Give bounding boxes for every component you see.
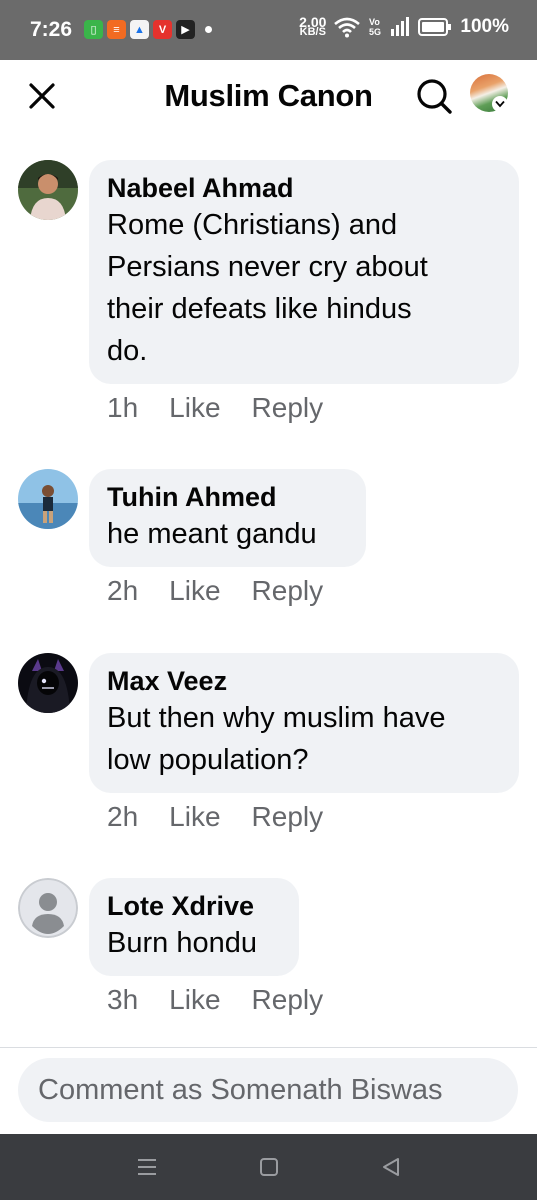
- status-notification-icons: ▯ ≡ ▲ V ▶: [84, 20, 212, 39]
- avatar[interactable]: [18, 160, 78, 220]
- volte-icon: Vo 5G: [369, 17, 381, 37]
- comment-bubble: Lote Xdrive Burn hondu: [89, 878, 299, 976]
- comment-input[interactable]: Comment as Somenath Biswas: [18, 1058, 518, 1122]
- reply-button[interactable]: Reply: [252, 984, 324, 1016]
- like-button[interactable]: Like: [169, 801, 220, 833]
- comment-actions: 1h Like Reply: [107, 392, 323, 424]
- more-notifications-dot: [205, 26, 212, 33]
- reply-button[interactable]: Reply: [252, 801, 324, 833]
- comment-timestamp: 3h: [107, 984, 139, 1015]
- comment-actions: 3h Like Reply: [107, 984, 323, 1016]
- comment-author[interactable]: Max Veez: [107, 665, 501, 697]
- drive-app-icon: ▲: [130, 20, 149, 39]
- avatar[interactable]: [18, 653, 78, 713]
- like-button[interactable]: Like: [169, 392, 220, 424]
- comment-text-line: But then why muslim have: [107, 702, 446, 734]
- comment-text-line: Persians never cry about: [107, 251, 428, 283]
- comment-timestamp: 2h: [107, 575, 139, 606]
- top-header: Muslim Canon: [0, 60, 537, 132]
- page-title: Muslim Canon: [164, 78, 373, 113]
- wifi-icon: [334, 17, 361, 38]
- comment-text-line: Burn hondu: [107, 927, 257, 959]
- menu-icon[interactable]: [134, 1154, 160, 1180]
- status-bar: 7:26 ▯ ≡ ▲ V ▶ 2.00 KB/S Vo 5G 100%: [0, 0, 537, 60]
- comment-text-line: he meant gandu: [107, 518, 317, 550]
- phone-app-icon: ▯: [84, 20, 103, 39]
- composer-divider: [0, 1047, 537, 1048]
- comment-bubble: Tuhin Ahmed he meant gandu: [89, 469, 366, 567]
- avatar[interactable]: [18, 469, 78, 529]
- reply-button[interactable]: Reply: [252, 392, 324, 424]
- like-button[interactable]: Like: [169, 984, 220, 1016]
- reply-button[interactable]: Reply: [252, 575, 324, 607]
- like-button[interactable]: Like: [169, 575, 220, 607]
- news-app-icon: ≡: [107, 20, 126, 39]
- comment-text-line: their defeats like hindus: [107, 293, 412, 325]
- comment-author[interactable]: Lote Xdrive: [107, 890, 281, 922]
- comment-text-line: low population?: [107, 744, 309, 776]
- network-speed: 2.00 KB/S: [299, 14, 327, 38]
- comment-actions: 2h Like Reply: [107, 801, 323, 833]
- home-icon[interactable]: [256, 1154, 282, 1180]
- battery-percent: 100%: [460, 16, 509, 37]
- back-icon[interactable]: [378, 1154, 404, 1180]
- svg-text:5G: 5G: [369, 27, 381, 37]
- default-avatar-icon[interactable]: [18, 878, 78, 938]
- comment-bubble: Nabeel Ahmad Rome (Christians) and Persi…: [89, 160, 519, 384]
- comment-text-line: Rome (Christians) and: [107, 209, 398, 241]
- status-right: 2.00 KB/S Vo 5G 100%: [299, 14, 509, 38]
- chevron-down-icon[interactable]: [492, 96, 508, 112]
- comment-bubble: Max Veez But then why muslim have low po…: [89, 653, 519, 793]
- battery-icon: [418, 18, 452, 36]
- comment-timestamp: 1h: [107, 392, 139, 423]
- comment-timestamp: 2h: [107, 801, 139, 832]
- svg-text:Vo: Vo: [369, 17, 380, 27]
- comment-author[interactable]: Nabeel Ahmad: [107, 172, 501, 204]
- signal-icon: [391, 17, 410, 36]
- system-nav-bar: [0, 1134, 537, 1200]
- comment-text-line: do.: [107, 335, 148, 367]
- v-app-icon: V: [153, 20, 172, 39]
- youtube-app-icon: ▶: [176, 20, 195, 39]
- comment-author[interactable]: Tuhin Ahmed: [107, 481, 348, 513]
- status-time: 7:26: [30, 18, 73, 41]
- search-icon[interactable]: [414, 76, 454, 116]
- comment-actions: 2h Like Reply: [107, 575, 323, 607]
